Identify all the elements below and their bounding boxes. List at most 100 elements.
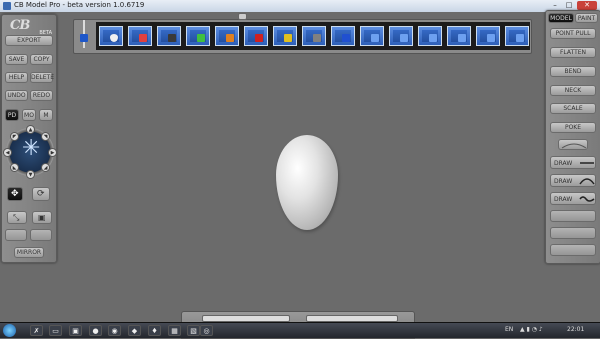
model-thumbnail[interactable] [476, 26, 500, 46]
delete-button[interactable]: DELETE [30, 72, 54, 83]
rotate-up-right-icon[interactable]: ◥ [41, 132, 50, 141]
library-collapse-handle[interactable] [238, 13, 247, 20]
maximize-button[interactable]: □ [563, 1, 575, 10]
minimize-button[interactable]: – [549, 1, 561, 10]
thumbnail-preview [306, 30, 322, 42]
rotate-down-icon[interactable]: ▼ [26, 170, 35, 179]
language-indicator[interactable]: EN [505, 326, 513, 333]
mirror-button[interactable]: MIRROR [14, 247, 44, 258]
taskbar-app-9-icon[interactable]: ▧ [187, 325, 200, 336]
model-thumbnail[interactable] [99, 26, 123, 46]
view-mode-pd[interactable]: PD [5, 109, 19, 121]
rotate-down-right-icon[interactable]: ◢ [41, 163, 50, 172]
thumbnail-shape-icon [197, 34, 205, 42]
model-thumbnail[interactable] [157, 26, 181, 46]
navigation-wheel[interactable]: ✳ ▲ ▼ ◀ ▶ ◤ ◥ ◣ ◢ [3, 125, 57, 179]
rotate-left-icon[interactable]: ◀ [3, 148, 12, 157]
clock[interactable]: 22:01 [567, 326, 584, 333]
flatten-button[interactable]: FLATTEN [550, 47, 596, 58]
taskbar-app-cbmodel-icon[interactable]: ◎ [200, 325, 213, 336]
tray-icons[interactable]: ▲ ▮ ◔ ♪ [520, 326, 543, 333]
draw-wave-button[interactable]: DRAW [550, 192, 596, 205]
fit-view-button[interactable]: ▣ [32, 211, 52, 224]
model-thumbnail[interactable] [418, 26, 442, 46]
thumbnail-preview [103, 30, 119, 42]
move-tool-button[interactable]: ✥ [7, 187, 23, 201]
thumbnail-shape-icon [487, 34, 495, 42]
undo-button[interactable]: UNDO [5, 90, 28, 101]
thumbnail-shape-icon [458, 34, 466, 42]
taskbar-app-7-icon[interactable]: ♦ [148, 325, 161, 336]
app-icon [3, 2, 11, 10]
pan-icon: ⤡ [13, 213, 20, 222]
thumbnail-preview [422, 30, 438, 42]
export-button[interactable]: EXPORT [5, 35, 53, 46]
redo-button[interactable]: REDO [30, 90, 53, 101]
poke-button[interactable]: POKE [550, 122, 596, 133]
thumbnail-preview [132, 30, 148, 42]
neck-button[interactable]: NECK [550, 85, 596, 96]
tab-paint[interactable]: PAINT [575, 13, 598, 23]
thumbnail-preview [161, 30, 177, 42]
model-thumbnail[interactable] [389, 26, 413, 46]
scale-button[interactable]: SCALE [550, 103, 596, 114]
start-button[interactable] [3, 324, 16, 337]
model-thumbnail[interactable] [331, 26, 355, 46]
thumbnail-preview [190, 30, 206, 42]
human-figure-icon: ✳ [22, 136, 41, 161]
model-thumbnail[interactable] [505, 26, 529, 46]
rotate-right-icon[interactable]: ▶ [48, 148, 57, 157]
rotate-up-icon[interactable]: ▲ [26, 125, 35, 134]
model-thumbnail[interactable] [186, 26, 210, 46]
curve-profile-button[interactable] [558, 139, 588, 150]
thumbnail-shape-icon [255, 34, 263, 42]
draw-arc-button[interactable]: DRAW [550, 174, 596, 187]
logo-text: CB [10, 18, 30, 33]
save-button[interactable]: SAVE [5, 54, 28, 65]
taskbar-app-4-icon[interactable]: ● [89, 325, 102, 336]
library-size-slider[interactable] [80, 20, 88, 48]
point-pull-button[interactable]: POINT PULL [550, 28, 596, 39]
thumbnail-shape-icon [284, 34, 292, 42]
thumbnail-shape-icon [342, 34, 350, 42]
taskbar-app-3-icon[interactable]: ▣ [69, 325, 82, 336]
model-thumbnail[interactable] [215, 26, 239, 46]
help-button[interactable]: HELP [5, 72, 28, 83]
model-thumbnail[interactable] [128, 26, 152, 46]
model-thumbnail[interactable] [302, 26, 326, 46]
draw-line-label: DRAW [554, 160, 573, 167]
taskbar-app-8-icon[interactable]: ▦ [168, 325, 181, 336]
view-mode-m[interactable]: M [39, 109, 53, 121]
model-thumbnail[interactable] [360, 26, 384, 46]
taskbar-app-6-icon[interactable]: ◆ [128, 325, 141, 336]
thumbnail-preview [393, 30, 409, 42]
model-thumbnail[interactable] [273, 26, 297, 46]
tab-model[interactable]: MODEL [548, 13, 574, 23]
frame-icon: ▣ [38, 213, 46, 222]
slider-knob[interactable] [80, 34, 88, 42]
thumbnail-preview [480, 30, 496, 42]
model-thumbnail[interactable] [447, 26, 471, 46]
bend-button[interactable]: BEND [550, 66, 596, 77]
zoom-tool-button[interactable]: ⤡ [7, 211, 27, 224]
disabled-button-right [30, 229, 52, 241]
brush-size-slider[interactable] [202, 315, 290, 322]
taskbar-app-1-icon[interactable]: ✗ [30, 325, 43, 336]
rotate-up-left-icon[interactable]: ◤ [10, 132, 19, 141]
taskbar-folder-icon[interactable]: ▭ [49, 325, 62, 336]
rotate-down-left-icon[interactable]: ◣ [10, 163, 19, 172]
thumbnail-preview [451, 30, 467, 42]
window-title: CB Model Pro - beta version 1.0.6719 [14, 1, 145, 9]
move-icon: ✥ [11, 189, 19, 199]
taskbar-app-5-icon[interactable]: ◉ [108, 325, 121, 336]
brush-strength-slider[interactable] [306, 315, 398, 322]
close-button[interactable]: ✕ [577, 1, 597, 10]
thumbnail-preview [219, 30, 235, 42]
thumbnail-shape-icon [139, 34, 147, 42]
arc-icon [579, 178, 595, 185]
rotate-view-button[interactable]: ⟳ [32, 187, 50, 201]
copy-button[interactable]: COPY [30, 54, 53, 65]
view-mode-mo[interactable]: MO [22, 109, 36, 121]
draw-line-button[interactable]: DRAW [550, 156, 596, 169]
model-thumbnail[interactable] [244, 26, 268, 46]
